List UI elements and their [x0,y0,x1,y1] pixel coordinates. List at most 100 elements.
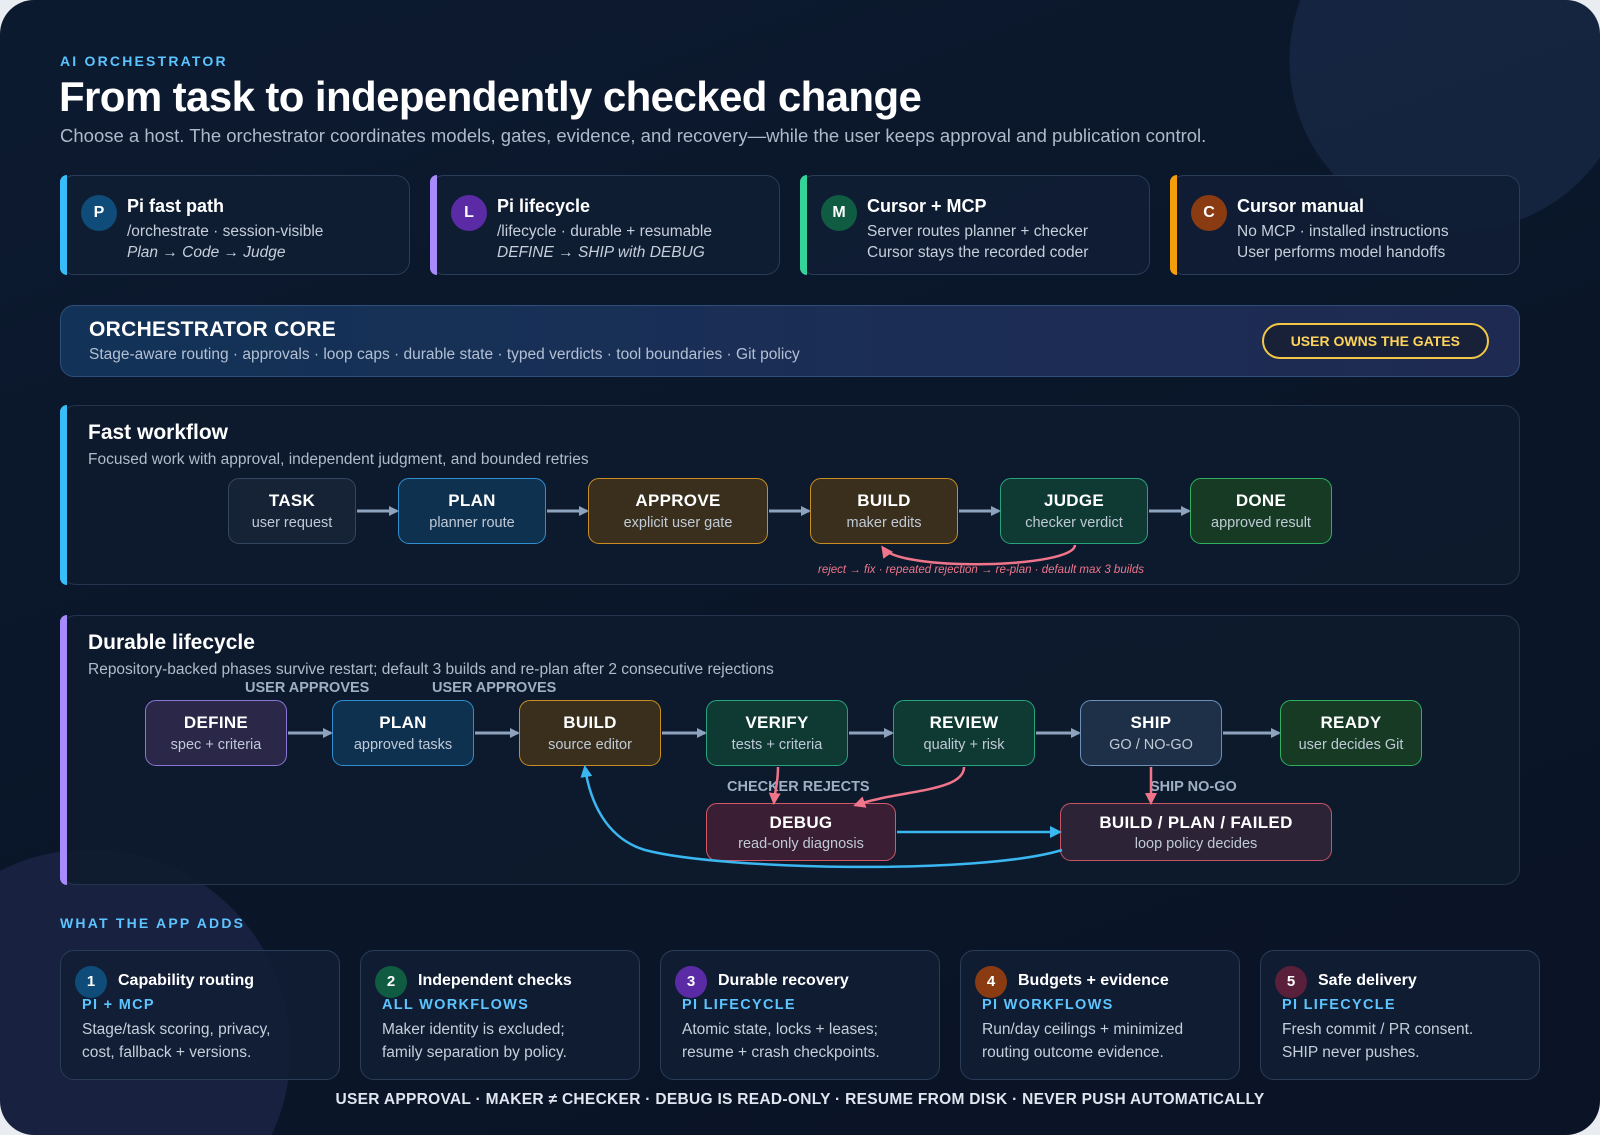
section-stripe [60,615,67,885]
host-card-pi-fast-path[interactable]: P Pi fast path /orchestrate · session-vi… [60,175,410,275]
section-subtitle: Repository-backed phases survive restart… [88,661,774,678]
life-node-debug[interactable]: DEBUG read-only diagnosis [706,803,896,861]
node-sub: tests + criteria [731,737,823,753]
add-tag: PI LIFECYCLE [682,997,796,1013]
add-line2: SHIP never pushes. [1282,1044,1420,1061]
add-line1: Stage/task scoring, privacy, [82,1021,271,1038]
life-node-verify[interactable]: VERIFY tests + criteria [706,700,848,766]
page-subtitle: Choose a host. The orchestrator coordina… [60,125,1207,146]
host-stripe [430,175,437,275]
life-node-ready[interactable]: READY user decides Git [1280,700,1422,766]
host-title: Pi lifecycle [497,196,591,216]
host-line1: No MCP · installed instructions [1237,223,1449,240]
node-title: REVIEW [929,713,999,732]
node-title: READY [1320,713,1382,732]
node-sub: spec + criteria [170,737,262,753]
fast-node-approve[interactable]: APPROVE explicit user gate [588,478,768,544]
host-card-cursor-manual[interactable]: C Cursor manual No MCP · installed instr… [1170,175,1520,275]
life-node-review[interactable]: REVIEW quality + risk [893,700,1035,766]
host-title: Cursor manual [1237,196,1365,216]
node-title: BUILD [857,491,911,510]
section-title: Fast workflow [88,421,229,444]
node-sub: loop policy decides [1134,836,1258,852]
fast-node-build[interactable]: BUILD maker edits [810,478,958,544]
footer-principles: USER APPROVAL · MAKER ≠ CHECKER · DEBUG … [335,1091,1265,1108]
host-line1: /orchestrate · session-visible [127,223,324,240]
fast-node-done[interactable]: DONE approved result [1190,478,1332,544]
node-sub: approved result [1211,515,1311,531]
node-title: BUILD / PLAN / FAILED [1099,813,1293,832]
orchestrator-core-banner: ORCHESTRATOR CORE Stage-aware routing · … [60,305,1520,377]
node-title: PLAN [379,713,427,732]
add-title: Safe delivery [1318,972,1417,989]
node-sub: user decides Git [1298,737,1404,753]
life-node-plan[interactable]: PLAN approved tasks [332,700,474,766]
node-title: PLAN [448,491,496,510]
node-sub: maker edits [846,515,922,531]
host-line2: Plan → Code → Judge [127,244,286,261]
user-approves-label: USER APPROVES [432,680,557,696]
add-tag: PI + MCP [82,997,155,1013]
diagram-canvas: AI ORCHESTRATOR From task to independent… [0,0,1600,1135]
add-title: Independent checks [418,972,572,989]
number-badge-icon: 1 [75,966,107,998]
host-badge-icon: C [1191,195,1227,231]
add-card-safe-delivery[interactable]: 5 Safe delivery PI LIFECYCLE Fresh commi… [1260,950,1540,1080]
host-line2: Cursor stays the recorded coder [867,244,1089,261]
adds-eyebrow: WHAT THE APP ADDS [60,915,246,931]
add-card-capability-routing[interactable]: 1 Capability routing PI + MCP Stage/task… [60,950,340,1080]
life-node-define[interactable]: DEFINE spec + criteria [145,700,287,766]
add-title: Durable recovery [718,972,849,989]
life-node-build-plan-failed[interactable]: BUILD / PLAN / FAILED loop policy decide… [1060,803,1332,861]
node-sub: checker verdict [1025,515,1123,531]
host-line1: /lifecycle · durable + resumable [497,223,712,240]
node-title: VERIFY [745,713,809,732]
add-line1: Fresh commit / PR consent. [1282,1021,1474,1038]
add-card-budgets-evidence[interactable]: 4 Budgets + evidence PI WORKFLOWS Run/da… [960,950,1240,1080]
user-owns-gates-pill: USER OWNS THE GATES [1261,323,1489,359]
fast-node-judge[interactable]: JUDGE checker verdict [1000,478,1148,544]
node-sub: read-only diagnosis [738,836,864,852]
node-title: DONE [1235,491,1287,510]
fast-node-plan[interactable]: PLAN planner route [398,478,546,544]
checker-rejects-label: CHECKER REJECTS [727,779,870,795]
node-title: APPROVE [635,491,721,510]
host-badge-icon: L [451,195,487,231]
add-card-durable-recovery[interactable]: 3 Durable recovery PI LIFECYCLE Atomic s… [660,950,940,1080]
host-badge-icon: P [81,195,117,231]
node-title: BUILD [563,713,617,732]
life-node-ship[interactable]: SHIP GO / NO-GO [1080,700,1222,766]
header-eyebrow: AI ORCHESTRATOR [60,53,228,69]
add-title: Capability routing [118,972,254,989]
add-tag: PI LIFECYCLE [1282,997,1396,1013]
host-stripe [1170,175,1177,275]
host-card-cursor-mcp[interactable]: M Cursor + MCP Server routes planner + c… [800,175,1150,275]
host-card-pi-lifecycle[interactable]: L Pi lifecycle /lifecycle · durable + re… [430,175,780,275]
node-sub: planner route [429,515,515,531]
page-title: From task to independently checked chang… [59,73,922,120]
life-node-build[interactable]: BUILD source editor [519,700,661,766]
host-stripe [800,175,807,275]
node-title: SHIP [1130,713,1172,732]
user-approves-label: USER APPROVES [245,680,370,696]
node-title: JUDGE [1043,491,1105,510]
node-sub: GO / NO-GO [1109,737,1193,753]
add-line1: Atomic state, locks + leases; [682,1021,878,1038]
host-badge-icon: M [821,195,857,231]
section-stripe [60,405,67,585]
node-title: DEFINE [183,713,249,732]
add-card-independent-checks[interactable]: 2 Independent checks ALL WORKFLOWS Maker… [360,950,640,1080]
add-tag: ALL WORKFLOWS [382,997,530,1013]
add-line2: family separation by policy. [382,1044,567,1061]
fast-node-task[interactable]: TASK user request [228,478,356,544]
number-badge-icon: 5 [1275,966,1307,998]
node-sub: source editor [548,737,632,753]
host-stripe [60,175,67,275]
node-title: DEBUG [769,813,833,832]
section-subtitle: Focused work with approval, independent … [88,451,589,468]
add-line2: routing outcome evidence. [982,1044,1164,1061]
number-badge-icon: 2 [375,966,407,998]
core-subtitle: Stage-aware routing · approvals · loop c… [89,346,800,363]
host-line1: Server routes planner + checker [867,223,1088,240]
node-title: TASK [268,491,316,510]
